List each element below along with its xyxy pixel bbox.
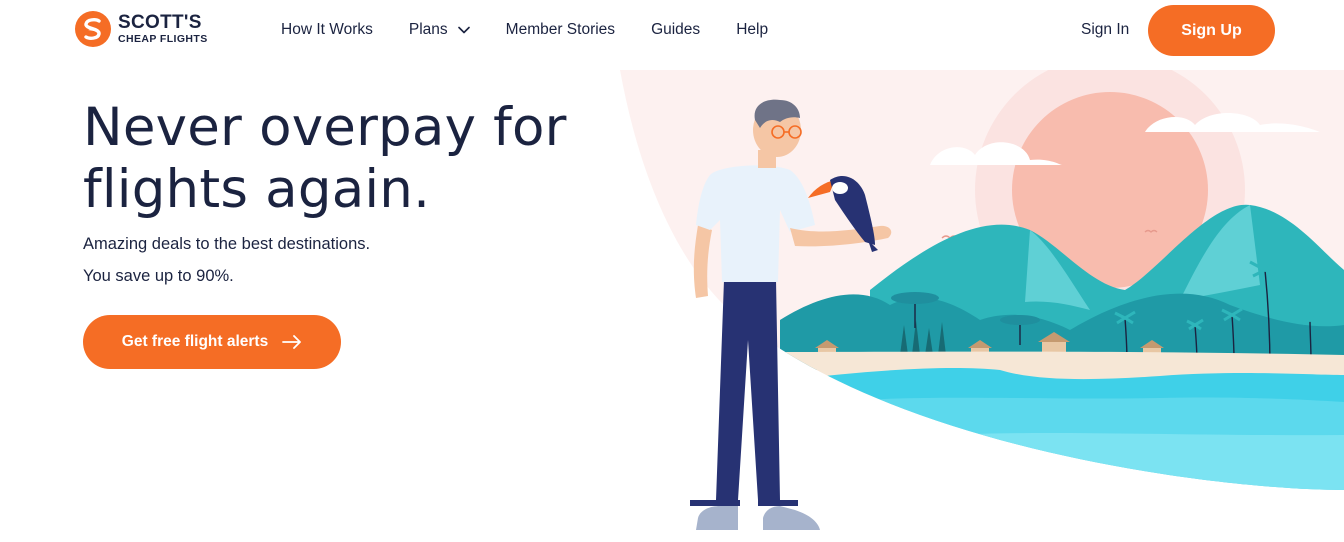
arrow-right-icon — [282, 335, 302, 349]
nav-how-it-works[interactable]: How It Works — [281, 21, 373, 39]
hero-subtitle-savings: You save up to 90%. — [83, 267, 234, 285]
nav-guides[interactable]: Guides — [651, 21, 700, 39]
hero-illustration — [620, 70, 1344, 530]
site-header: SCOTT'S CHEAP FLIGHTS How It Works Plans… — [0, 0, 1344, 64]
shoe — [763, 506, 820, 530]
pants — [716, 280, 780, 500]
sign-in-link[interactable]: Sign In — [1081, 21, 1129, 39]
logo[interactable]: SCOTT'S CHEAP FLIGHTS — [74, 10, 208, 48]
cta-label: Get free flight alerts — [121, 333, 269, 350]
chevron-down-icon — [457, 26, 470, 34]
sign-up-button[interactable]: Sign Up — [1148, 5, 1275, 56]
main-nav: How It Works Plans Member Stories Guides… — [281, 21, 804, 39]
nav-plans[interactable]: Plans — [409, 21, 470, 39]
logo-icon — [75, 11, 111, 47]
get-free-flight-alerts-button[interactable]: Get free flight alerts — [83, 315, 341, 369]
hero-headline: Never overpay for flights again. — [83, 97, 567, 220]
hero-subtitle-deals: Amazing deals to the best destinations. — [83, 235, 371, 253]
nav-plans-label: Plans — [408, 21, 448, 38]
logo-tagline: CHEAP FLIGHTS — [118, 33, 208, 46]
shoe — [696, 506, 738, 530]
sea-lighter — [950, 432, 1344, 490]
nav-member-stories[interactable]: Member Stories — [506, 21, 615, 39]
nav-help[interactable]: Help — [736, 21, 768, 39]
logo-name: SCOTT'S — [118, 12, 202, 34]
